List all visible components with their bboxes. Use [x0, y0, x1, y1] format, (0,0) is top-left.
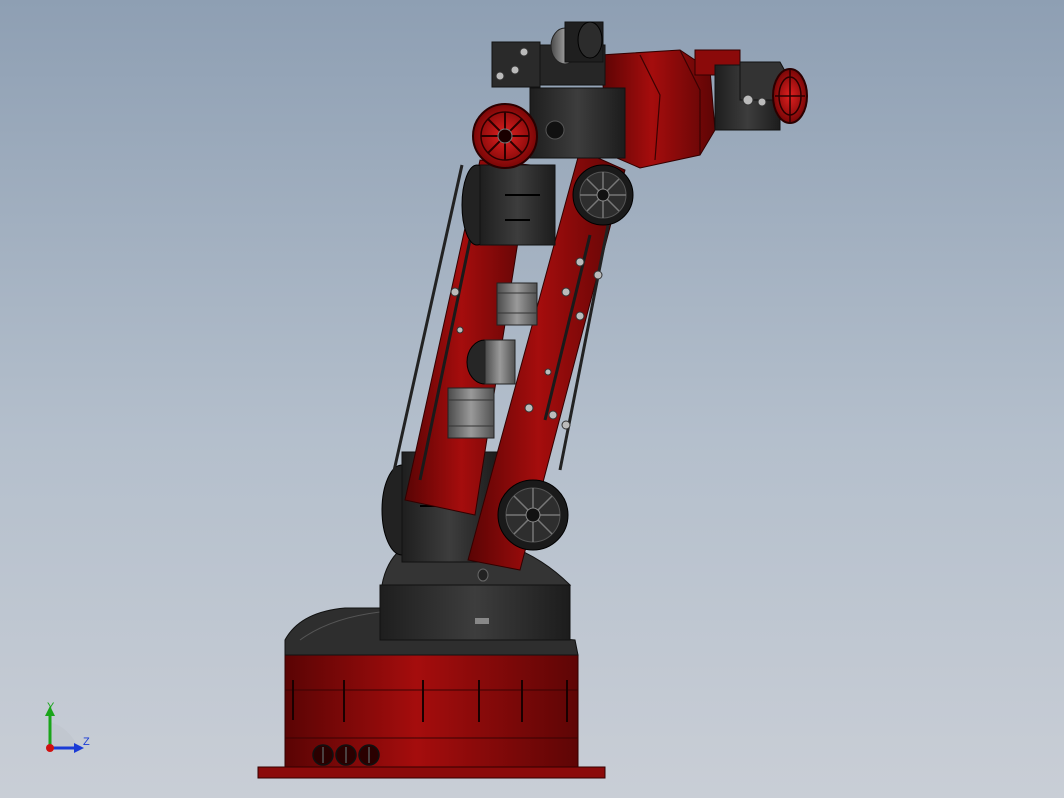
elbow-joint[interactable]	[461, 164, 556, 246]
base-connectors	[312, 744, 380, 766]
wrist-red-wheel[interactable]	[772, 68, 808, 124]
triad-origin	[46, 744, 54, 752]
elbow-motor	[550, 21, 604, 65]
base-plate	[257, 766, 606, 779]
z-axis-label: Z	[83, 736, 90, 748]
arm-motor-upper	[496, 282, 538, 326]
arm-motor-middle	[466, 339, 516, 385]
elbow-pulley[interactable]	[572, 164, 634, 226]
shoulder-pulley[interactable]	[497, 479, 569, 551]
coordinate-triad: Y Z	[45, 701, 90, 753]
arm-motor-lower	[447, 387, 495, 439]
y-axis-label: Y	[47, 701, 55, 713]
triad-plane-shading	[50, 722, 78, 748]
cad-graphics-viewport[interactable]: Y Z	[0, 0, 1064, 798]
